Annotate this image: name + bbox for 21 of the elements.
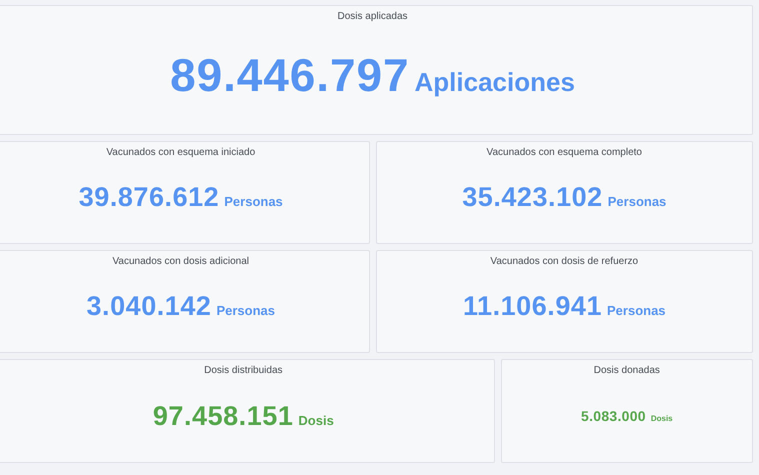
panel-title: Vacunados con dosis de refuerzo	[490, 256, 638, 267]
stat-value: 3.040.142	[86, 291, 212, 322]
stat-unit: Personas	[216, 303, 276, 318]
panel-title: Dosis distribuidas	[204, 365, 283, 376]
panel-title: Dosis donadas	[594, 365, 660, 376]
stat-unit: Personas	[607, 303, 666, 318]
stat-unit: Dosis	[650, 414, 673, 423]
stat-unit: Dosis	[298, 412, 334, 428]
panel-title: Vacunados con dosis adicional	[112, 256, 250, 267]
stat-value: 5.083.000	[581, 408, 646, 424]
stat-value: 89.446.797	[170, 48, 410, 102]
stat-unit: Personas	[224, 194, 283, 209]
stat-value: 39.876.612	[78, 182, 220, 213]
stat-value: 97.458.151	[152, 400, 294, 432]
panel-title: Dosis aplicadas	[337, 11, 408, 22]
stat-value: 11.106.941	[462, 291, 602, 322]
stat-unit: Aplicaciones	[414, 67, 575, 98]
panel-title: Vacunados con esquema iniciado	[106, 147, 256, 158]
stat-unit: Personas	[608, 194, 666, 209]
panel-title: Vacunados con esquema completo	[486, 147, 642, 158]
stat-value: 35.423.102	[462, 182, 603, 213]
